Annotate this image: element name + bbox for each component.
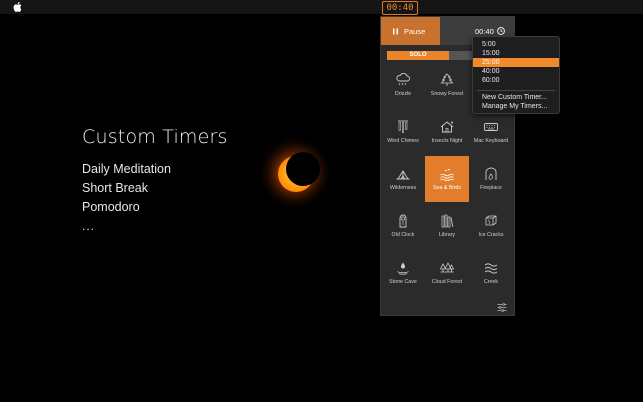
sound-label: Creek [483, 279, 499, 285]
sound-tile-fireplace[interactable]: Fireplace [469, 156, 513, 202]
sound-label: Stone Cave [389, 279, 417, 285]
snowy-tree-icon [440, 73, 454, 86]
ice-cube-icon [485, 215, 497, 226]
sound-label: Sea & Birds [433, 185, 461, 191]
menu-item-60-min[interactable]: 60:00 [473, 76, 559, 85]
eclipse-image [257, 135, 333, 211]
menubar-timer[interactable]: 00:40 [382, 1, 418, 15]
sound-label: Wilderness [389, 185, 417, 191]
sound-label: Mac Keyboard [473, 138, 509, 144]
pause-button[interactable]: Pause [381, 17, 440, 45]
sound-label: Drizzle [394, 91, 412, 97]
sound-tile-snowy-forest[interactable]: Snowy Forest [425, 62, 469, 108]
tab-solo[interactable]: SOLO [387, 51, 449, 60]
waves-icon [484, 263, 498, 274]
sound-tile-wilderness[interactable]: Wilderness [381, 156, 425, 202]
menu-item-25-min[interactable]: 25:00 [473, 58, 559, 67]
pause-icon [393, 28, 398, 34]
books-icon [441, 214, 454, 228]
sound-tile-stone-cave[interactable]: Stone Cave [381, 250, 425, 296]
sound-tile-drizzle[interactable]: Drizzle [381, 62, 425, 108]
menu-item-5-min[interactable]: 5:00 [473, 40, 559, 49]
sound-tile-creek[interactable]: Creek [469, 250, 513, 296]
sound-label: Wind Chimes [387, 138, 419, 144]
hero-list: Daily Meditation Short Break Pomodoro ..… [82, 160, 228, 233]
hero-more: ... [82, 219, 96, 233]
grandfather-clock-icon [399, 214, 407, 228]
timer-label: 00:40 [475, 27, 494, 36]
sound-tile-insects-night[interactable]: Insects Night [425, 109, 469, 155]
hero-section: Custom Timers Daily Meditation Short Bre… [82, 126, 228, 233]
hero-item: Daily Meditation [82, 162, 171, 176]
menu-separator [477, 90, 555, 91]
menu-bar: 00:40 [0, 0, 643, 15]
menu-item-15-min[interactable]: 15:00 [473, 49, 559, 58]
sound-label: Snowy Forest [430, 91, 464, 97]
sound-label: Ice Cracks [478, 232, 504, 238]
sound-label: Library [438, 232, 456, 238]
sound-label: Cloud Forest [431, 279, 463, 285]
fireplace-icon [485, 167, 497, 180]
sound-tile-mac-keyboard[interactable]: Mac Keyboard [469, 109, 513, 155]
hero-title: Custom Timers [82, 126, 228, 148]
keyboard-icon [484, 123, 498, 131]
hero-item: Pomodoro [82, 200, 140, 214]
menu-item-manage-timers[interactable]: Manage My Timers... [473, 102, 559, 111]
sound-label: Insects Night [431, 138, 463, 144]
sound-tile-sea-birds[interactable]: Sea & Birds [425, 156, 469, 202]
cloud-rain-icon [396, 73, 410, 86]
apple-icon[interactable] [13, 1, 23, 13]
pause-label: Pause [404, 26, 426, 36]
forest-icon [439, 262, 455, 273]
sliders-icon[interactable] [497, 303, 507, 312]
sound-tile-cloud-forest[interactable]: Cloud Forest [425, 250, 469, 296]
cave-drop-icon [397, 262, 409, 275]
hero-item: Short Break [82, 181, 149, 195]
sound-label: Fireplace [480, 185, 502, 191]
sound-tile-library[interactable]: Library [425, 203, 469, 249]
sound-tile-wind-chimes[interactable]: Wind Chimes [381, 109, 425, 155]
insect-house-icon [440, 121, 454, 133]
clock-icon[interactable] [497, 27, 505, 35]
tent-icon [396, 170, 410, 180]
sea-birds-icon [440, 168, 454, 181]
menu-item-40-min[interactable]: 40:00 [473, 67, 559, 76]
timer-dropdown-menu: 5:00 15:00 25:00 40:00 60:00 New Custom … [472, 36, 560, 114]
sound-tile-ice-cracks[interactable]: Ice Cracks [469, 203, 513, 249]
sound-label: Old Clock [391, 232, 415, 238]
menu-item-new-custom-timer[interactable]: New Custom Timer... [473, 93, 559, 102]
sound-tile-old-clock[interactable]: Old Clock [381, 203, 425, 249]
wind-chimes-icon [398, 120, 408, 133]
